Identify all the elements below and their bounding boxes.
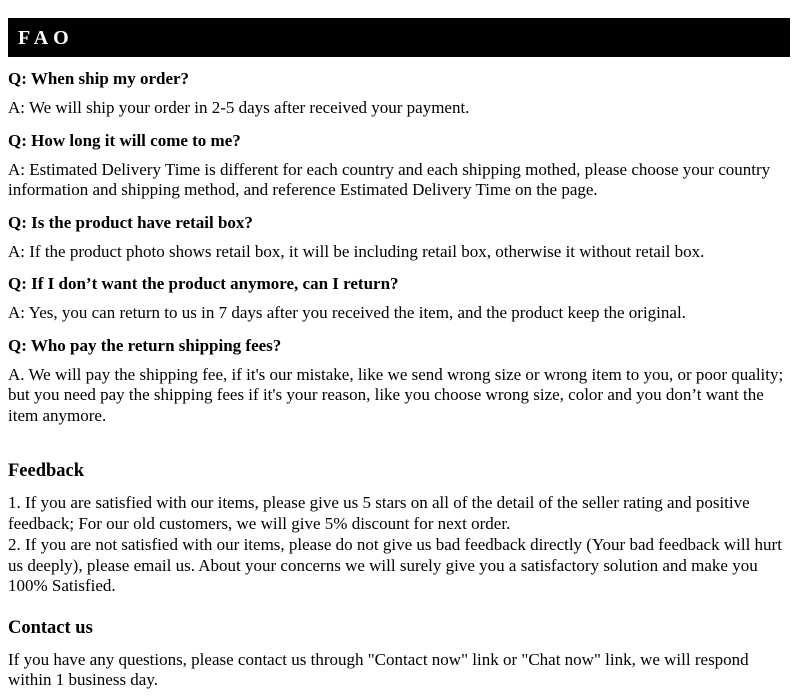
faq-question: Q: When ship my order? — [8, 69, 190, 88]
faq-question: Q: How long it will come to me? — [8, 130, 241, 150]
feedback-heading: Feedback — [8, 461, 85, 481]
faq-question: Q: Who pay the return shipping fees? — [8, 335, 282, 355]
faq-question: Q: Is the product have retail box? — [8, 212, 253, 232]
faq-page: FAO Q: When ship my order? A: We will sh… — [0, 0, 800, 700]
faq-header-bar: FAO — [8, 18, 790, 57]
page-title: FAO — [18, 26, 74, 49]
faq-item: Q: When ship my order? A: We will ship y… — [8, 68, 790, 119]
feedback-section: Feedback 1. If you are satisfied with ou… — [8, 460, 790, 597]
contact-heading: Contact us — [8, 617, 93, 638]
faq-item: Q: Who pay the return shipping fees? A. … — [8, 335, 790, 427]
contact-paragraph: If you have any questions, please contac… — [8, 649, 749, 690]
feedback-paragraph: 1. If you are satisfied with our items, … — [8, 493, 750, 533]
faq-item: Q: If I don’t want the product anymore, … — [8, 273, 790, 324]
faq-content: Q: When ship my order? A: We will ship y… — [8, 68, 790, 691]
faq-item: Q: How long it will come to me? A: Estim… — [8, 130, 790, 201]
faq-answer: A. We will pay the shipping fee, if it's… — [8, 364, 784, 425]
contact-section: Contact us If you have any questions, pl… — [8, 617, 790, 691]
faq-answer: A: Estimated Delivery Time is different … — [8, 159, 771, 200]
feedback-paragraph: 2. If you are not satisfied with our ite… — [8, 535, 782, 595]
faq-answer: A: Yes, you can return to us in 7 days a… — [8, 303, 686, 322]
faq-answer: A: We will ship your order in 2-5 days a… — [8, 98, 470, 117]
faq-question: Q: If I don’t want the product anymore, … — [8, 274, 399, 293]
faq-answer: A: If the product photo shows retail box… — [8, 241, 705, 261]
faq-item: Q: Is the product have retail box? A: If… — [8, 212, 790, 263]
